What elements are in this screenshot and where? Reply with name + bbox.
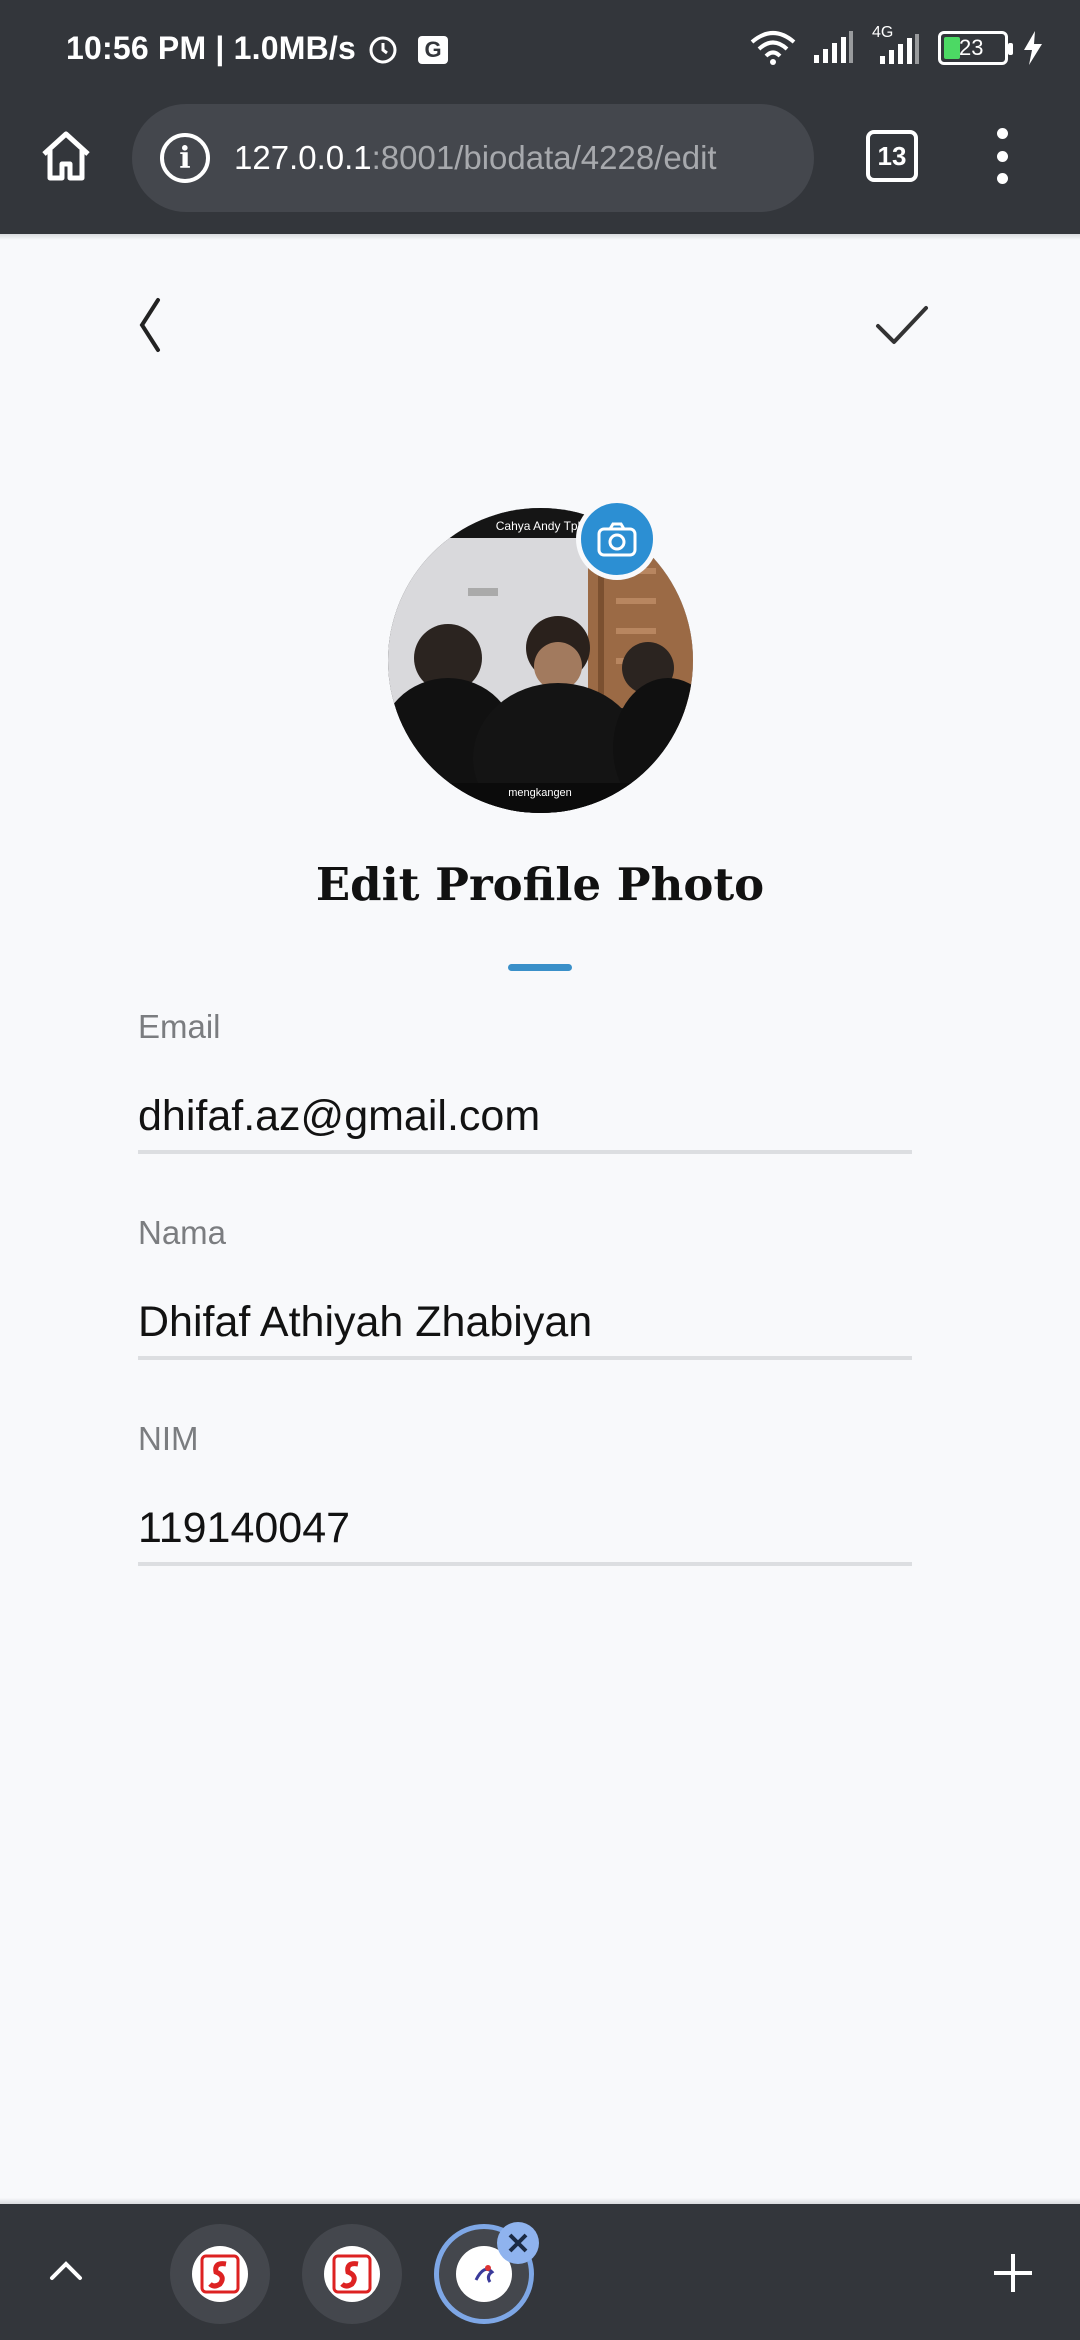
email-underline	[138, 1150, 912, 1154]
home-button[interactable]	[32, 122, 100, 190]
menu-dot	[996, 128, 1008, 139]
site-info-icon[interactable]: i	[160, 133, 210, 183]
plus-icon	[994, 2254, 1032, 2292]
nama-underline	[138, 1356, 912, 1360]
battery-tip	[1008, 43, 1013, 55]
wifi-icon	[750, 31, 796, 65]
tab-thumbnail[interactable]	[170, 2224, 270, 2324]
back-button[interactable]	[124, 290, 184, 360]
charging-bolt-icon	[1024, 31, 1042, 65]
home-icon	[42, 131, 90, 181]
signal-icon	[814, 31, 853, 63]
nim-underline	[138, 1562, 912, 1566]
address-bar[interactable]: i 127.0.0.1:8001/biodata/4228/edit	[132, 104, 814, 212]
url-text[interactable]: 127.0.0.1:8001/biodata/4228/edit	[234, 139, 717, 177]
s-logo-icon	[200, 2254, 240, 2294]
photo-title: Edit Profile Photo	[315, 858, 765, 911]
tab-favicon	[324, 2246, 380, 2302]
close-tab-button[interactable]	[497, 2222, 539, 2264]
url-path: :8001/biodata/4228/edit	[371, 139, 717, 176]
toolbar-shadow	[0, 234, 1080, 240]
avatar-container: Cahya Andy Tpb mengkangen	[388, 498, 693, 813]
nama-input[interactable]: Dhifaf Athiyah Zhabiyan	[138, 1292, 912, 1352]
email-label: Email	[138, 1008, 221, 1045]
status-time: 10:56 PM | 1.0MB/s	[66, 30, 357, 66]
g-app-icon: G	[418, 36, 448, 64]
app-logo-icon	[474, 2265, 495, 2283]
tab-thumbnail[interactable]	[302, 2224, 402, 2324]
url-host: 127.0.0.1	[234, 139, 372, 176]
chevron-left-icon	[139, 298, 160, 352]
menu-dot	[996, 173, 1008, 184]
email-input[interactable]: dhifaf.az@gmail.com	[138, 1086, 912, 1146]
s-logo-icon	[332, 2254, 372, 2294]
browser-toolbar: i 127.0.0.1:8001/biodata/4228/edit 13	[0, 100, 1080, 234]
menu-dot	[996, 150, 1008, 162]
expand-tabs-button[interactable]	[44, 2248, 88, 2292]
camera-icon	[597, 522, 637, 557]
chevron-up-icon	[50, 2261, 82, 2280]
battery-level: 23	[959, 35, 984, 60]
tab-switcher-button[interactable]: 13	[866, 130, 918, 182]
tab-favicon	[192, 2246, 248, 2302]
alarm-icon	[369, 36, 397, 64]
overflow-menu-button[interactable]	[982, 124, 1022, 188]
signal-4g-icon	[880, 34, 919, 64]
nama-field: Nama Dhifaf Athiyah Zhabiyan	[138, 1214, 912, 1360]
nim-label: NIM	[138, 1420, 199, 1457]
close-icon	[508, 2233, 528, 2253]
nim-input[interactable]: 119140047	[138, 1498, 912, 1558]
status-icons: 4G 23	[748, 24, 1044, 68]
nim-field: NIM 119140047	[138, 1420, 912, 1566]
change-photo-button[interactable]	[576, 498, 658, 580]
email-field: Email dhifaf.az@gmail.com	[138, 1008, 912, 1154]
check-icon	[876, 306, 928, 344]
page-header	[0, 270, 1080, 380]
photo-caption-bottom: mengkangen	[508, 787, 572, 799]
bottom-tab-strip	[0, 2204, 1080, 2340]
title-underline	[508, 964, 572, 971]
new-tab-button[interactable]	[990, 2250, 1036, 2296]
signal-4g: 4G	[868, 24, 924, 68]
save-check-button[interactable]	[868, 290, 938, 360]
battery-fill	[944, 37, 960, 59]
photo-caption-top: Cahya Andy Tpb	[496, 519, 585, 533]
status-bar: 10:56 PM | 1.0MB/s G 4G 23	[0, 0, 1080, 100]
nama-label: Nama	[138, 1214, 227, 1251]
battery-icon: 23	[938, 31, 1013, 65]
